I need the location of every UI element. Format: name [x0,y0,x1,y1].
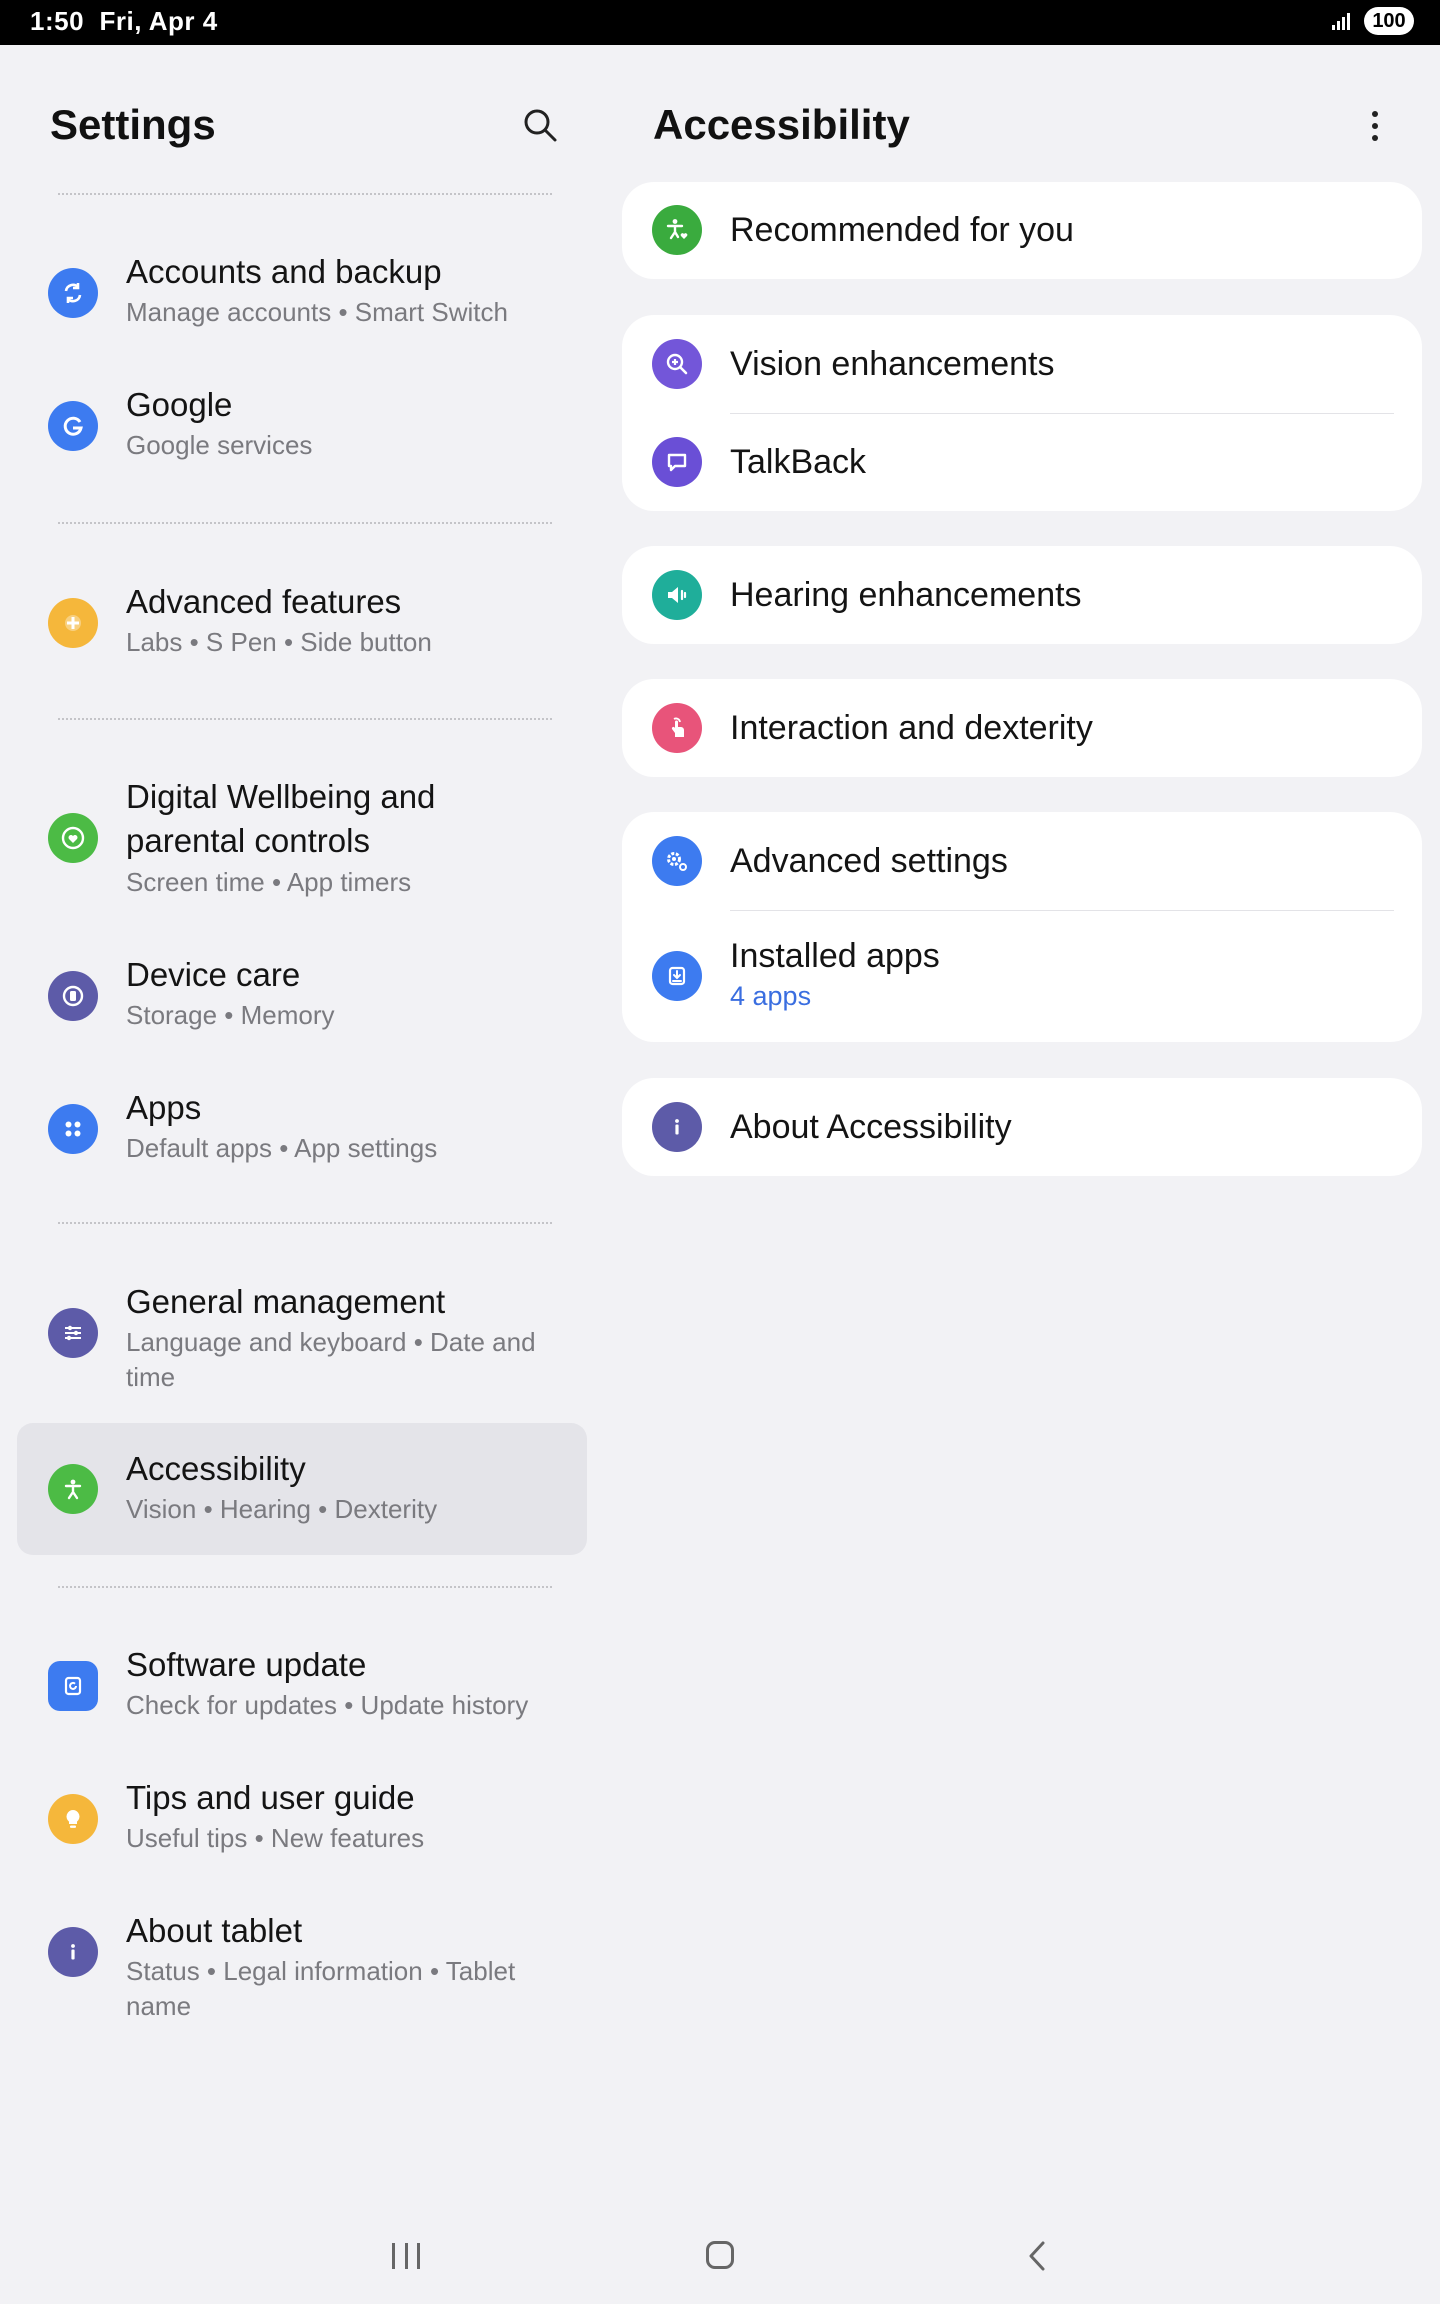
info-icon [48,1927,98,1977]
menu-item-vision-enhancements[interactable]: Vision enhancements [622,315,1422,413]
accessibility-icon [48,1464,98,1514]
settings-item-accessibility[interactable]: Accessibility Vision • Hearing • Dexteri… [17,1423,587,1555]
settings-item-google[interactable]: Google Google services [17,378,587,488]
download-icon [652,951,702,1001]
settings-title: Settings [50,101,216,148]
magnifier-plus-icon [652,339,702,389]
accessibility-heart-icon [652,205,702,255]
sliders-icon [48,1308,98,1358]
settings-item-device-care[interactable]: Device care Storage • Memory [17,948,587,1058]
card-interaction: Interaction and dexterity [622,679,1422,777]
plus-gear-icon [48,598,98,648]
card-hearing: Hearing enhancements [622,546,1422,644]
battery-icon: 100 [1364,7,1414,35]
settings-item-digital-wellbeing[interactable]: Digital Wellbeing and parental controls … [17,770,587,920]
recent-apps-icon[interactable] [392,2243,420,2269]
navigation-bar [0,2205,1440,2304]
divider [58,1586,552,1588]
menu-item-hearing-enhancements[interactable]: Hearing enhancements [622,546,1422,644]
divider [58,1222,552,1224]
page-title: Accessibility [653,101,910,148]
lightbulb-icon [48,1794,98,1844]
settings-item-about-tablet[interactable]: About tablet Status • Legal information … [17,1904,587,2034]
signal-icon [1332,13,1350,30]
google-icon [48,401,98,451]
divider [58,193,552,195]
back-icon[interactable] [1022,2239,1052,2273]
menu-item-about-accessibility[interactable]: About Accessibility [622,1078,1422,1176]
settings-item-accounts-backup[interactable]: Accounts and backup Manage accounts • Sm… [17,245,587,355]
heart-circle-icon [48,813,98,863]
status-bar: 1:50 Fri, Apr 4 100 [0,0,1440,45]
device-care-icon [48,971,98,1021]
search-icon[interactable] [520,105,560,145]
touch-hand-icon [652,703,702,753]
divider [58,522,552,524]
sync-icon [48,268,98,318]
info-icon [652,1102,702,1152]
gears-icon [652,836,702,886]
menu-item-advanced-settings[interactable]: Advanced settings [622,812,1422,910]
update-icon [48,1661,98,1711]
home-icon[interactable] [706,2241,734,2269]
menu-item-interaction-dexterity[interactable]: Interaction and dexterity [622,679,1422,777]
settings-pane: Settings Accounts and backup Manage acco… [0,45,600,2205]
speech-bubble-icon [652,437,702,487]
speaker-icon [652,570,702,620]
divider [58,718,552,720]
settings-item-tips[interactable]: Tips and user guide Useful tips • New fe… [17,1771,587,1881]
settings-item-general-management[interactable]: General management Language and keyboard… [17,1275,587,1405]
settings-item-apps[interactable]: Apps Default apps • App settings [17,1081,587,1191]
settings-item-software-update[interactable]: Software update Check for updates • Upda… [17,1638,587,1748]
menu-item-recommended[interactable]: Recommended for you [622,182,1422,279]
card-recommended: Recommended for you [622,182,1422,279]
card-vision: Vision enhancements TalkBack [622,315,1422,511]
menu-item-talkback[interactable]: TalkBack [622,413,1422,511]
status-time: 1:50 Fri, Apr 4 [30,6,218,36]
card-about: About Accessibility [622,1078,1422,1176]
menu-item-installed-apps[interactable]: Installed apps 4 apps [622,910,1422,1042]
apps-grid-icon [48,1104,98,1154]
settings-item-advanced-features[interactable]: Advanced features Labs • S Pen • Side bu… [17,575,587,685]
more-options-icon[interactable] [1358,104,1392,148]
card-advanced: Advanced settings Installed apps 4 apps [622,812,1422,1042]
